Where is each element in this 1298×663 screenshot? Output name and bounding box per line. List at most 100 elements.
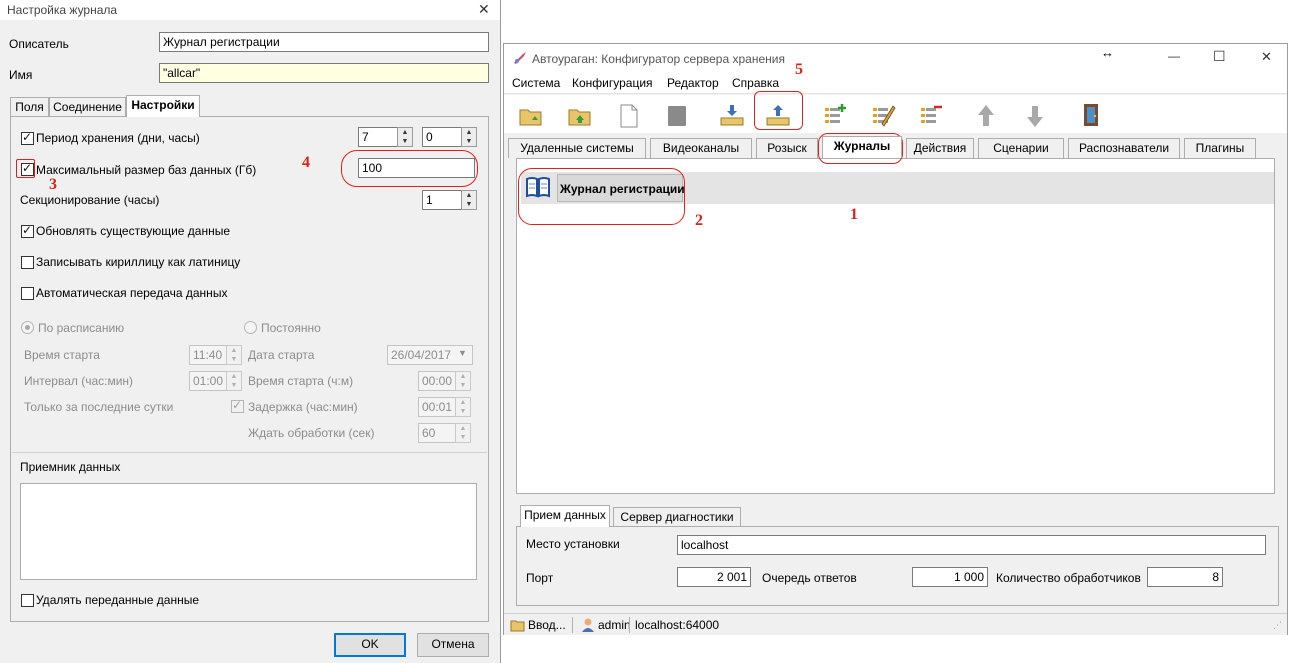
ok-button[interactable]: OK [334, 633, 406, 657]
start-time-hm-spinner[interactable]: ▲ ▼ [455, 371, 471, 391]
edit-list-item-icon[interactable] [868, 102, 896, 130]
start-date-dropdown-icon[interactable]: ▼ [458, 348, 467, 358]
start-time-hm-input[interactable]: 00:00 [418, 371, 456, 391]
tab-data-reception[interactable]: Прием данных [520, 505, 610, 527]
port-input[interactable]: 2 001 [677, 567, 751, 587]
dialog-titlebar: Настройка журнала ✕ [0, 0, 500, 20]
add-list-item-icon[interactable] [820, 102, 848, 130]
delete-sent-checkbox[interactable] [21, 594, 34, 607]
interval-spinner[interactable]: ▲ ▼ [226, 371, 242, 391]
status-user: admin [598, 618, 631, 632]
delay-checkbox[interactable] [231, 398, 244, 413]
max-db-label: Максимальный размер баз данных (Гб) [36, 163, 257, 177]
minimize-icon[interactable]: — [1168, 49, 1180, 63]
start-time-spinner[interactable]: ▲ ▼ [226, 345, 242, 365]
upload-to-tray-icon[interactable] [764, 101, 792, 129]
constant-label: Постоянно [261, 321, 321, 335]
retention-days-input[interactable]: 7 [358, 127, 398, 147]
resize-cursor-icon: ↔ [1101, 45, 1114, 60]
start-time-input[interactable]: 11:40 [189, 345, 227, 365]
delete-sent-label: Удалять переданные данные [36, 593, 199, 607]
menu-help[interactable]: Справка [732, 76, 779, 90]
tab-recognizers[interactable]: Распознаватели [1068, 138, 1180, 158]
app-close-icon[interactable]: ✕ [1261, 49, 1272, 65]
sectioning-label: Секционирование (часы) [20, 193, 160, 207]
dialog-close-icon[interactable]: ✕ [478, 1, 490, 18]
descriptor-label: Описатель [9, 37, 69, 51]
descriptor-input[interactable]: Журнал регистрации [159, 32, 489, 52]
receiver-label: Приемник данных [20, 460, 121, 474]
cancel-button[interactable]: Отмена [417, 633, 489, 657]
queue-input[interactable]: 1 000 [912, 567, 988, 587]
delay-label: Задержка (час:мин) [248, 400, 358, 414]
menu-configuration[interactable]: Конфигурация [572, 76, 653, 90]
update-existing-checkbox[interactable] [21, 223, 34, 238]
menu-editor[interactable]: Редактор [667, 76, 719, 90]
retention-checkbox[interactable] [21, 130, 34, 145]
toolbar [504, 95, 1287, 133]
start-time-label: Время старта [24, 348, 100, 362]
max-db-input[interactable]: 100 [358, 158, 475, 178]
start-time-hm-label: Время старта (ч:м) [248, 374, 354, 388]
annotation-number-1: 1 [850, 206, 858, 223]
tab-remote-systems[interactable]: Удаленные системы [508, 138, 646, 158]
dialog-title: Настройка журнала [7, 3, 118, 17]
status-input-text: Ввод... [528, 618, 566, 632]
retention-hours-spinner[interactable]: ▲ ▼ [461, 127, 477, 147]
move-down-icon[interactable] [1021, 102, 1049, 130]
open-folder-icon[interactable] [517, 102, 545, 130]
retention-hours-input[interactable]: 0 [422, 127, 462, 147]
annotation-number-3: 3 [49, 176, 57, 193]
sectioning-input[interactable]: 1 [422, 190, 462, 210]
last-day-label: Только за последние сутки [24, 400, 174, 414]
handlers-input[interactable]: 8 [1147, 567, 1223, 587]
auto-transfer-checkbox[interactable] [21, 287, 34, 300]
location-input[interactable]: localhost [677, 535, 1266, 555]
name-label: Имя [9, 68, 33, 82]
receiver-list[interactable] [20, 483, 477, 580]
tab-settings[interactable]: Настройки [126, 95, 200, 117]
main-window: Автоураган: Конфигуратор сервера хранени… [503, 43, 1288, 635]
menu-bar: Система Конфигурация Редактор Справка [504, 72, 1287, 94]
delay-input[interactable]: 00:01 [418, 397, 456, 417]
tab-connection[interactable]: Соединение [49, 97, 126, 117]
download-to-tray-icon[interactable] [718, 101, 746, 129]
folder-status-icon [510, 620, 525, 632]
name-input[interactable]: "allcar" [159, 63, 489, 83]
handlers-label: Количество обработчиков [996, 571, 1141, 585]
status-divider [572, 617, 573, 633]
maximize-icon[interactable]: ☐ [1213, 48, 1226, 65]
schedule-radio[interactable] [21, 321, 34, 334]
schedule-label: По расписанию [38, 321, 125, 335]
wait-spinner[interactable]: ▲ ▼ [455, 423, 471, 443]
tab-journals[interactable]: Журналы [822, 136, 902, 158]
sectioning-spinner[interactable]: ▲ ▼ [461, 190, 477, 210]
tab-diagnostics-server[interactable]: Сервер диагностики [613, 507, 741, 527]
interval-input[interactable]: 01:00 [189, 371, 227, 391]
new-file-icon[interactable] [615, 102, 643, 130]
cyrillic-label: Записывать кириллицу как латиницу [36, 255, 241, 269]
tab-scenarios[interactable]: Сценарии [978, 138, 1064, 158]
tab-plugins[interactable]: Плагины [1184, 138, 1256, 158]
cyrillic-checkbox[interactable] [21, 256, 34, 269]
upload-folder-icon[interactable] [566, 102, 594, 130]
menu-system[interactable]: Система [512, 76, 560, 90]
move-up-icon[interactable] [972, 102, 1000, 130]
delay-spinner[interactable]: ▲ ▼ [455, 397, 471, 417]
annotation-number-4: 4 [302, 154, 310, 171]
tab-actions[interactable]: Действия [906, 138, 974, 158]
stop-icon[interactable] [663, 102, 691, 130]
status-bar: Ввод... admin localhost:64000 ⋰ [504, 613, 1287, 635]
journal-row[interactable]: Журнал регистрации [521, 172, 1274, 204]
tab-fields[interactable]: Поля [10, 97, 49, 117]
remove-list-item-icon[interactable] [916, 102, 944, 130]
annotation-number-2: 2 [695, 212, 703, 229]
wait-label: Ждать обработки (сек) [248, 426, 375, 440]
tab-video-channels[interactable]: Видеоканалы [650, 138, 752, 158]
exit-door-icon[interactable] [1077, 101, 1105, 129]
tab-search[interactable]: Розыск [756, 138, 818, 158]
constant-radio[interactable] [244, 321, 257, 334]
retention-days-spinner[interactable]: ▲ ▼ [397, 127, 413, 147]
max-db-checkbox[interactable] [21, 161, 34, 176]
wait-input[interactable]: 60 [418, 423, 456, 443]
